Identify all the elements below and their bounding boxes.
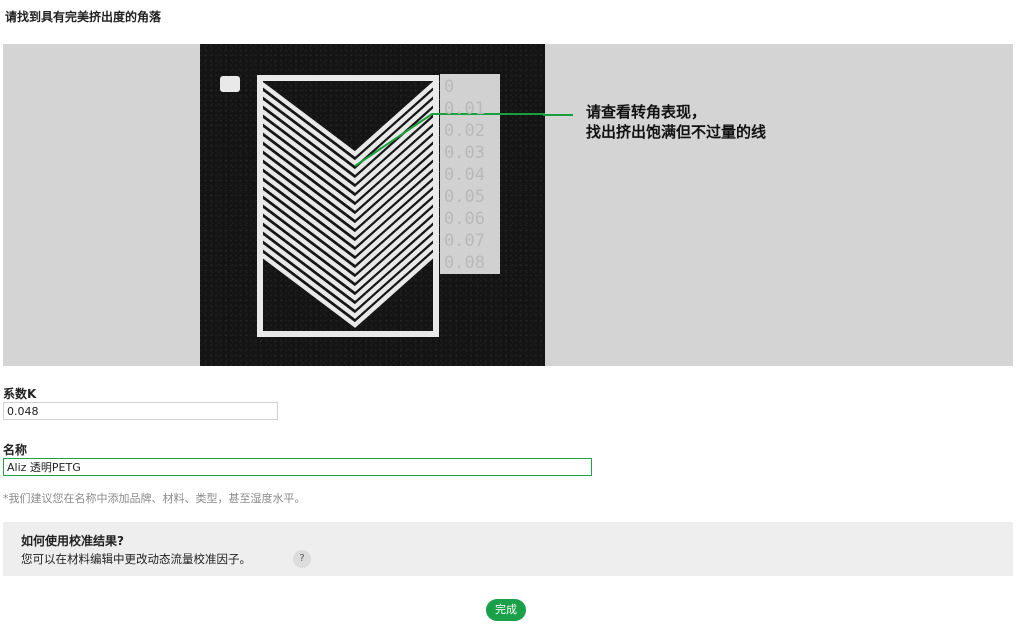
calibration-photo: 0 0.01 0.02 0.03 0.04 0.05 0.06 0.07 0.08 [200, 44, 545, 366]
callout-text: 请查看转角表现， 找出挤出饱满但不过量的线 [586, 102, 766, 142]
scale-label: 0.04 [444, 165, 485, 185]
page-title: 请找到具有完美挤出度的角落 [5, 10, 162, 24]
help-box: 如何使用校准结果? 您可以在材料编辑中更改动态流量校准因子。 ? [3, 522, 1013, 576]
scale-label: 0.05 [444, 187, 485, 207]
scale-label: 0 [444, 77, 454, 97]
name-hint: *我们建议您在名称中添加品牌、材料、类型，甚至湿度水平。 [3, 492, 306, 505]
name-input[interactable] [3, 458, 592, 476]
done-button[interactable]: 完成 [486, 599, 526, 621]
scale-label: 0.06 [444, 209, 485, 229]
scale-label: 0.03 [444, 143, 485, 163]
name-label: 名称 [3, 443, 28, 457]
test-print-illustration: 00.010.020.030.040.050.060.070.08 [220, 74, 545, 337]
callout-line [543, 114, 573, 116]
calibration-preview: 0 0.01 0.02 0.03 0.04 0.05 0.06 0.07 0.08 请查看转角表… [3, 44, 1013, 366]
help-title: 如何使用校准结果? [21, 534, 124, 548]
k-factor-label: 系数K [3, 387, 37, 401]
callout-line-1: 请查看转角表现， [586, 103, 707, 121]
scale-label: 0.07 [444, 231, 485, 251]
help-question-button[interactable]: ? [293, 550, 311, 568]
scale-label: 0.02 [444, 121, 485, 141]
scale-label: 0.08 [444, 253, 485, 273]
callout-line-2: 找出挤出饱满但不过量的线 [586, 123, 767, 141]
scale-label: 0.01 [444, 99, 485, 119]
k-factor-input[interactable] [3, 402, 278, 420]
help-text: 您可以在材料编辑中更改动态流量校准因子。 [21, 552, 251, 566]
